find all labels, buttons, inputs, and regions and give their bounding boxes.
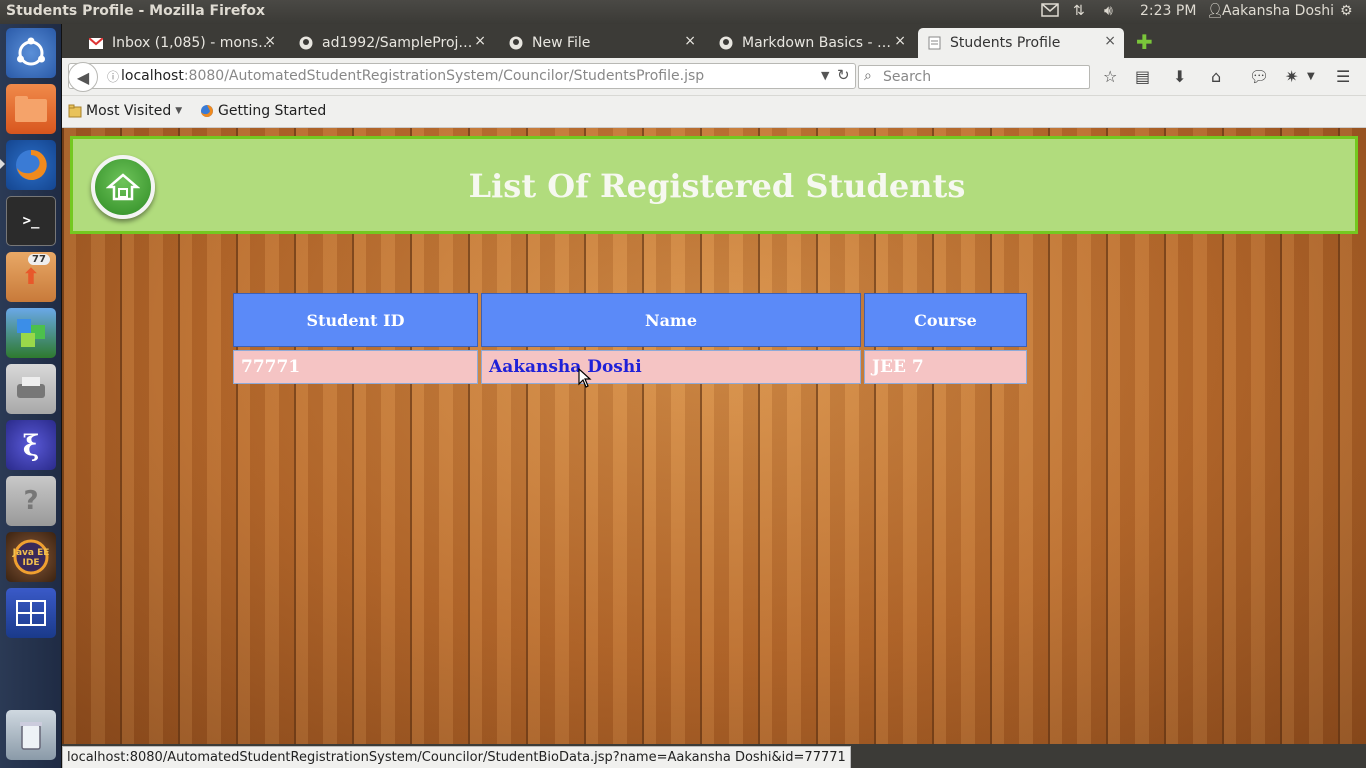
user-name[interactable]: Aakansha Doshi <box>1222 3 1334 19</box>
bookmark-label: Most Visited <box>86 103 172 119</box>
column-header-course: Course <box>864 293 1027 347</box>
github-icon <box>298 35 314 51</box>
tab-strip: Inbox (1,085) - mons… × ad1992/SamplePro… <box>62 24 1366 58</box>
firefox-icon <box>201 105 213 117</box>
page-content: List Of Registered Students Student ID N… <box>62 128 1366 744</box>
cell-student-id: 77771 <box>233 350 478 384</box>
mail-icon[interactable] <box>1041 3 1059 21</box>
printer-icon[interactable] <box>6 364 56 414</box>
reading-list-icon[interactable]: ▤ <box>1135 67 1150 86</box>
folder-icon <box>68 104 82 118</box>
window-title: Students Profile - Mozilla Firefox <box>6 3 266 19</box>
tab-markdown-basics[interactable]: Markdown Basics - … × <box>710 28 914 58</box>
reload-icon[interactable]: ↻ <box>837 66 850 84</box>
tab-new-file[interactable]: New File × <box>500 28 704 58</box>
java-ee-ide-icon[interactable]: Java EE IDE <box>6 532 56 582</box>
dash-icon[interactable] <box>6 28 56 78</box>
workspace-switcher-icon[interactable] <box>6 588 56 638</box>
cell-name: Aakansha Doshi <box>481 350 861 384</box>
downloads-icon[interactable]: ⬇ <box>1173 67 1186 86</box>
close-tab-icon[interactable]: × <box>474 33 486 49</box>
new-tab-plus-icon[interactable]: ✚ <box>1136 30 1153 54</box>
svg-text:Java EE: Java EE <box>12 548 50 558</box>
tab-label: Students Profile <box>950 35 1061 51</box>
menu-icon[interactable]: ☰ <box>1336 67 1350 86</box>
github-icon <box>718 35 734 51</box>
software-center-icon[interactable] <box>6 308 56 358</box>
tab-sample-project[interactable]: ad1992/SampleProj… × <box>290 28 494 58</box>
tab-label: Markdown Basics - … <box>742 35 892 51</box>
tab-label: ad1992/SampleProj… <box>322 35 473 51</box>
bookmark-label: Getting Started <box>218 103 327 119</box>
tab-gmail[interactable]: Inbox (1,085) - mons… × <box>80 28 284 58</box>
students-table: Student ID Name Course 77771 Aakansha Do… <box>230 290 1030 387</box>
github-icon <box>508 35 524 51</box>
gmail-icon <box>88 35 104 51</box>
system-top-bar: Students Profile - Mozilla Firefox ⇅ 🔊︎ … <box>0 0 1366 24</box>
extension-dropdown-icon[interactable]: ▼ <box>1307 71 1315 82</box>
network-icon[interactable]: ⇅ <box>1073 3 1085 19</box>
search-input[interactable]: ⌕ Search <box>858 65 1090 89</box>
student-name-link[interactable]: Aakansha Doshi <box>489 357 642 377</box>
column-header-student-id: Student ID <box>233 293 478 347</box>
page-icon <box>926 35 942 51</box>
software-updater-icon[interactable]: ⬆ 77 <box>6 252 56 302</box>
site-info-icon[interactable]: ⓘ <box>107 68 119 85</box>
close-tab-icon[interactable]: × <box>1104 33 1116 49</box>
tab-students-profile[interactable]: Students Profile × <box>918 28 1124 58</box>
bookmark-star-icon[interactable]: ☆ <box>1103 67 1117 86</box>
cell-course: JEE 7 <box>864 350 1027 384</box>
column-header-name: Name <box>481 293 861 347</box>
running-indicator <box>0 159 5 169</box>
tab-label: Inbox (1,085) - mons… <box>112 35 273 51</box>
unity-launcher: >_ ⬆ 77 ξ ? Java EE IDE <box>0 24 62 768</box>
settings-gear-icon[interactable]: ⚙ <box>1340 3 1353 19</box>
page-header: List Of Registered Students <box>70 136 1358 234</box>
url-bar[interactable]: ◀ ⓘ localhost:8080/AutomatedStudentRegis… <box>68 62 856 92</box>
clock[interactable]: 2:23 PM <box>1140 3 1196 19</box>
bookmarks-toolbar: Most Visited ▼ Getting Started <box>62 96 1366 128</box>
table-row: 77771 Aakansha Doshi JEE 7 <box>233 350 1027 384</box>
trash-icon[interactable] <box>6 710 56 760</box>
close-tab-icon[interactable]: × <box>264 33 276 49</box>
close-tab-icon[interactable]: × <box>894 33 906 49</box>
navigation-toolbar: ◀ ⓘ localhost:8080/AutomatedStudentRegis… <box>62 58 1366 96</box>
update-count-badge: 77 <box>28 254 50 265</box>
home-icon[interactable]: ⌂ <box>1211 67 1221 86</box>
search-placeholder: Search <box>883 69 932 85</box>
close-tab-icon[interactable]: × <box>684 33 696 49</box>
bookmark-getting-started[interactable]: Getting Started <box>200 103 326 119</box>
url-dropdown-icon[interactable]: ▼ <box>821 69 829 82</box>
bookmark-most-visited[interactable]: Most Visited ▼ <box>68 103 182 119</box>
help-icon[interactable]: ? <box>6 476 56 526</box>
emacs-icon[interactable]: ξ <box>6 420 56 470</box>
url-text[interactable]: localhost:8080/AutomatedStudentRegistrat… <box>121 68 704 84</box>
files-icon[interactable] <box>6 84 56 134</box>
chat-icon[interactable]: 💬︎ <box>1249 67 1269 86</box>
status-bar: localhost:8080/AutomatedStudentRegistrat… <box>62 746 851 768</box>
table-header-row: Student ID Name Course <box>233 293 1027 347</box>
volume-icon[interactable]: 🔊︎ <box>1104 3 1113 19</box>
back-arrow-icon[interactable]: ◀ <box>68 62 98 92</box>
svg-text:IDE: IDE <box>23 558 40 568</box>
mouse-cursor-icon <box>578 368 592 388</box>
extension-icon[interactable]: ✷ <box>1285 67 1298 86</box>
search-icon: ⌕ <box>864 68 872 84</box>
chevron-down-icon: ▼ <box>175 106 183 116</box>
page-title: List Of Registered Students <box>468 167 966 205</box>
tab-label: New File <box>532 35 591 51</box>
